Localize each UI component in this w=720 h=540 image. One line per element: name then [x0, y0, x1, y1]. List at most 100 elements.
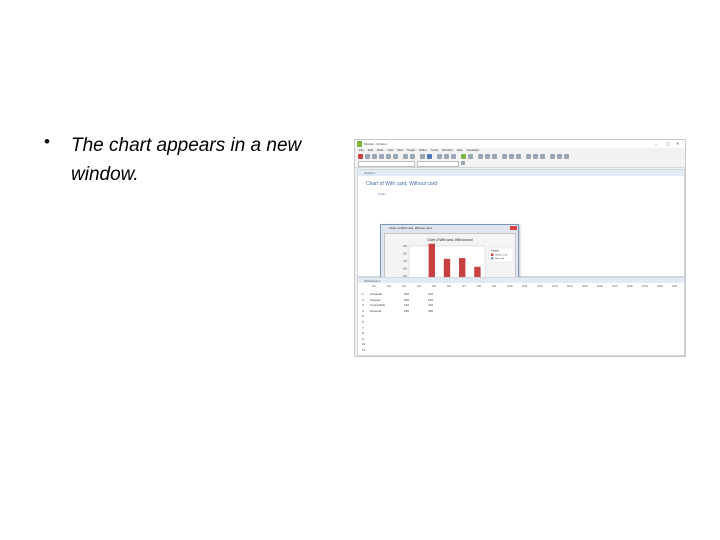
- tool-icon-6[interactable]: [516, 154, 521, 159]
- tool-icon-13[interactable]: [461, 161, 465, 165]
- tool-icon-12[interactable]: [564, 154, 569, 159]
- close-button[interactable]: ✕: [676, 141, 679, 146]
- y-tick-label-5: 600: [403, 269, 408, 271]
- copy-icon[interactable]: [386, 154, 391, 159]
- table-cell[interactable]: 720: [428, 303, 433, 307]
- tool-icon-2[interactable]: [485, 154, 490, 159]
- column-header[interactable]: C12: [537, 284, 543, 288]
- tool-icon-3[interactable]: [492, 154, 497, 159]
- find-icon[interactable]: [420, 154, 425, 159]
- row-number[interactable]: 5: [362, 314, 364, 318]
- minitab-window: Minitab - Untitled – ▢ ✕ File Edit Data …: [354, 139, 686, 357]
- column-header[interactable]: C19: [642, 284, 648, 288]
- column-header[interactable]: C21: [672, 284, 678, 288]
- print-icon[interactable]: [372, 154, 377, 159]
- row-number[interactable]: 9: [362, 337, 364, 341]
- toolbar: [355, 153, 685, 168]
- tool-icon-7[interactable]: [526, 154, 531, 159]
- column-header[interactable]: C1: [372, 284, 376, 288]
- session-pane: Session Chart of With card, Without card…: [357, 169, 685, 329]
- column-header[interactable]: C8: [477, 284, 481, 288]
- column-header[interactable]: C6: [447, 284, 451, 288]
- paste-icon[interactable]: [393, 154, 398, 159]
- chart-title: Chart of With card, Without card: [427, 238, 473, 242]
- tool-icon-8[interactable]: [533, 154, 538, 159]
- save-icon[interactable]: [365, 154, 370, 159]
- column-header[interactable]: C15: [582, 284, 588, 288]
- column-header[interactable]: C16: [597, 284, 603, 288]
- maximize-button[interactable]: ▢: [666, 141, 670, 146]
- y-tick-label-6: 700: [403, 261, 408, 263]
- row-number[interactable]: 3: [362, 303, 364, 307]
- legend-label-0: Without card: [495, 254, 508, 257]
- legend-label-1: With card: [495, 257, 505, 260]
- column-header[interactable]: C9: [492, 284, 496, 288]
- minimize-button[interactable]: –: [655, 141, 657, 146]
- legend-swatch-1: [491, 257, 494, 260]
- column-header[interactable]: C3: [402, 284, 406, 288]
- row-number[interactable]: 6: [362, 320, 364, 324]
- session-title-bar: Session: [358, 170, 684, 176]
- y-tick-label-7: 800: [403, 254, 408, 256]
- project-icon[interactable]: [451, 154, 456, 159]
- table-cell[interactable]: 150: [428, 298, 433, 302]
- column-header[interactable]: C18: [627, 284, 633, 288]
- column-header[interactable]: C10: [507, 284, 513, 288]
- help-icon[interactable]: [427, 154, 432, 159]
- column-header[interactable]: C17: [612, 284, 618, 288]
- column-header[interactable]: C5: [432, 284, 436, 288]
- legend-title: Variable: [491, 250, 500, 253]
- session-title: Session: [364, 171, 375, 175]
- table-cell[interactable]: Convertible: [370, 303, 385, 307]
- toolbar-combo-1[interactable]: [358, 161, 415, 167]
- undo-icon[interactable]: [403, 154, 408, 159]
- tool-icon-4[interactable]: [502, 154, 507, 159]
- column-header[interactable]: C4: [417, 284, 421, 288]
- column-header[interactable]: C14: [567, 284, 573, 288]
- worksheet-pane: Worksheet 1 C1 C2 C3 C4 C5 C6 C7 C8 C9 C10 C11 C12 C…: [357, 277, 685, 356]
- table-cell[interactable]: 185: [404, 309, 409, 313]
- row-number[interactable]: 1: [362, 292, 364, 296]
- column-header[interactable]: C7: [462, 284, 466, 288]
- tool-icon-5[interactable]: [509, 154, 514, 159]
- app-logo-icon: [357, 141, 362, 147]
- tool-icon-11[interactable]: [557, 154, 562, 159]
- row-number[interactable]: 2: [362, 298, 364, 302]
- redo-icon[interactable]: [410, 154, 415, 159]
- open-icon[interactable]: [358, 154, 363, 159]
- title-bar: Minitab - Untitled – ▢ ✕: [355, 140, 685, 148]
- column-header[interactable]: C11: [522, 284, 527, 288]
- table-cell[interactable]: 145: [404, 303, 409, 307]
- session-sub: Chart: [378, 192, 386, 196]
- chart-window-close-button[interactable]: [510, 226, 517, 230]
- column-header[interactable]: C20: [657, 284, 663, 288]
- graph-icon[interactable]: [461, 154, 466, 159]
- table-cell[interactable]: 230: [404, 292, 409, 296]
- tool-icon-1[interactable]: [478, 154, 483, 159]
- column-header[interactable]: C2: [387, 284, 391, 288]
- cut-icon[interactable]: [379, 154, 384, 159]
- brush-icon[interactable]: [468, 154, 473, 159]
- row-number[interactable]: 4: [362, 309, 364, 313]
- legend-swatch-0: [491, 253, 494, 256]
- tool-icon-10[interactable]: [550, 154, 555, 159]
- worksheet-title: Worksheet 1: [364, 279, 381, 283]
- y-tick-label-8: 900: [403, 246, 408, 248]
- table-cell[interactable]: 430: [428, 309, 433, 313]
- tool-icon-9[interactable]: [540, 154, 545, 159]
- table-cell[interactable]: Kropper: [370, 298, 381, 302]
- chart-window-title: Chart of With card, Without card: [389, 226, 432, 230]
- worksheet-icon[interactable]: [444, 154, 449, 159]
- table-cell[interactable]: Armando: [370, 292, 382, 296]
- table-cell[interactable]: 470: [428, 292, 433, 296]
- bullet-text: The chart appears in a new window.: [71, 135, 302, 185]
- session-icon[interactable]: [437, 154, 442, 159]
- toolbar-combo-2[interactable]: [417, 161, 459, 167]
- table-cell[interactable]: Ghouzel: [370, 309, 381, 313]
- column-header[interactable]: C13: [552, 284, 558, 288]
- row-number[interactable]: 8: [362, 331, 364, 335]
- row-number[interactable]: 10: [362, 342, 365, 346]
- row-number[interactable]: 7: [362, 326, 364, 330]
- table-cell[interactable]: 290: [404, 298, 409, 302]
- row-number[interactable]: 11: [362, 348, 365, 352]
